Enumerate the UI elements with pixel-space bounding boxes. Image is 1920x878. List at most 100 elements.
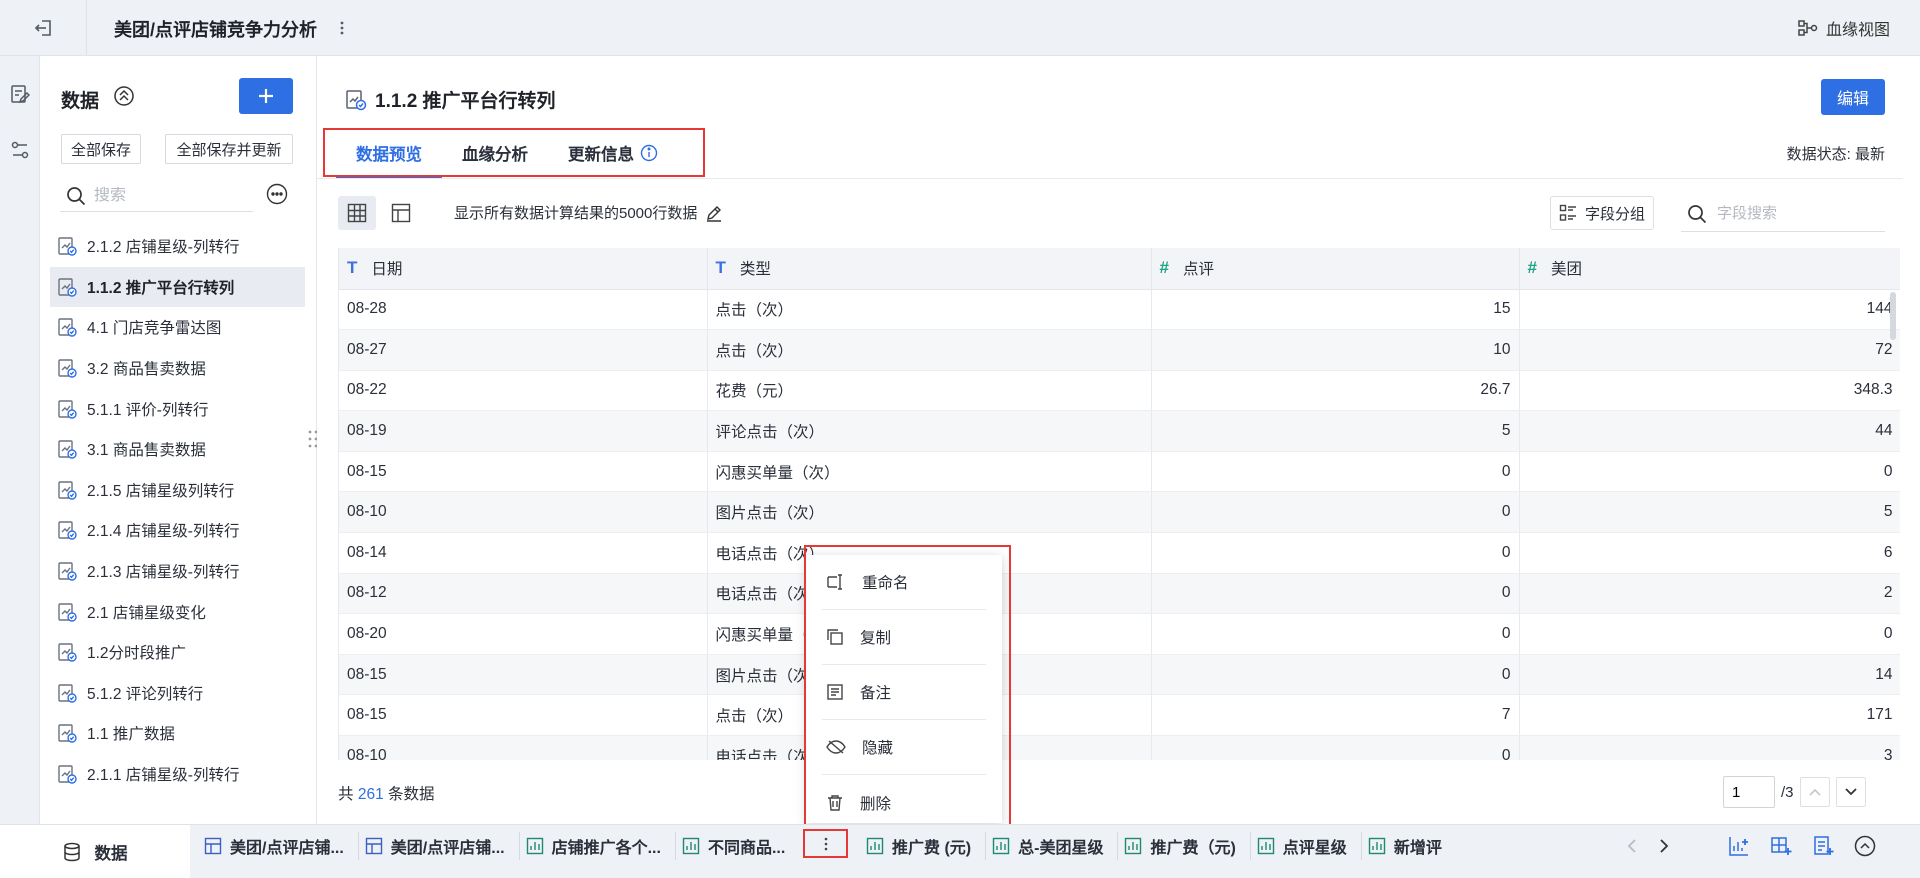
chevron-left-icon[interactable] <box>1626 838 1638 854</box>
table-row[interactable]: 08-28 点击（次） 15 144 <box>339 289 1900 331</box>
bottom-tab[interactable]: 美团/点评店铺... <box>359 832 520 860</box>
edit-button[interactable]: 编辑 <box>1821 79 1885 115</box>
column-name: 美团 <box>1550 261 1582 279</box>
table-row[interactable]: 08-10 电话点击（次 0 3 <box>339 735 1900 760</box>
field-search-input[interactable] <box>1717 205 1867 222</box>
bottom-tab[interactable]: 推广费（元) <box>1118 832 1251 860</box>
sidebar-item-label: 2.1.4 店铺星级-列转行 <box>87 523 240 541</box>
data-edit-icon[interactable] <box>4 78 36 110</box>
bottom-tab[interactable]: 新增评 <box>1362 832 1456 860</box>
sidebar-item[interactable]: 2.1.4 店铺星级-列转行 <box>50 510 305 551</box>
sidebar-search-input[interactable] <box>94 186 244 205</box>
table-row[interactable]: 08-20 闪惠买单量（ 0 0 <box>339 613 1900 655</box>
table-row[interactable]: 08-14 电话点击（次） 0 6 <box>339 532 1900 574</box>
bottom-tab[interactable]: 推广费 (元) <box>860 832 987 860</box>
sidebar-item[interactable]: 1.2分时段推广 <box>50 632 305 673</box>
column-header[interactable]: T 类型 <box>707 248 1152 290</box>
row-limit-text: 显示所有数据计算结果的5000行数据 <box>454 205 698 222</box>
layout-view-button[interactable] <box>382 196 420 230</box>
bottom-tab[interactable]: 店铺推广各个... <box>520 832 676 860</box>
sidebar-item[interactable]: 5.1.2 评论列转行 <box>50 673 305 714</box>
sidebar-item[interactable]: 5.1.1 评价-列转行 <box>50 388 305 429</box>
table-row[interactable]: 08-27 点击（次） 10 72 <box>339 329 1900 371</box>
lineage-icon <box>1798 20 1818 36</box>
page-input[interactable] <box>1723 776 1775 808</box>
table-cell: 08-10 <box>339 735 708 760</box>
dataset-icon <box>58 237 77 256</box>
chevron-down-icon <box>1844 788 1857 796</box>
dataset-icon <box>58 724 77 744</box>
table-cell: 0 <box>1151 573 1520 615</box>
sidebar-item-label: 2.1.5 店铺星级列转行 <box>87 482 235 500</box>
sidebar-item[interactable]: 2.1.1 店铺星级-列转行 <box>50 754 305 795</box>
column-header[interactable]: T 日期 <box>339 248 708 290</box>
sidebar-item-label: 3.1 商品售卖数据 <box>87 442 206 460</box>
sidebar-item[interactable]: 2.1.5 店铺星级列转行 <box>50 470 305 511</box>
save-all-button[interactable]: 全部保存 <box>61 134 141 164</box>
sidebar-item[interactable]: 2.1 店铺星级变化 <box>50 591 305 632</box>
table-row[interactable]: 08-22 花费（元） 26.7 348.3 <box>339 370 1900 412</box>
total-prefix: 共 <box>338 786 354 803</box>
number-type-icon: # <box>1159 258 1169 278</box>
bottom-tab[interactable]: 总-美团星级 <box>986 832 1119 860</box>
table-cell: 44 <box>1519 410 1900 452</box>
title-more-icon[interactable] <box>332 14 352 42</box>
table-row[interactable]: 08-15 图片点击（次 0 14 <box>339 654 1900 696</box>
collapse-icon[interactable] <box>113 85 135 107</box>
context-menu-highlight-box <box>804 545 1011 828</box>
pagination: /3 <box>1723 776 1866 808</box>
sidebar-item[interactable]: 3.1 商品售卖数据 <box>50 429 305 470</box>
prev-page-button[interactable] <box>1799 777 1830 807</box>
chart-icon <box>1257 837 1275 855</box>
tab-more-button[interactable] <box>803 829 848 858</box>
transform-icon[interactable] <box>4 134 36 166</box>
dataset-icon <box>58 684 77 703</box>
back-icon[interactable] <box>26 14 62 42</box>
add-dashboard-icon[interactable] <box>1770 835 1792 857</box>
sidebar-item-label: 2.1.3 店铺星级-列转行 <box>87 564 240 582</box>
chevron-right-icon[interactable] <box>1658 838 1670 854</box>
column-header[interactable]: # 美团 <box>1519 248 1900 290</box>
bottom-tab[interactable]: 点评星级 <box>1251 832 1362 860</box>
field-group-button[interactable]: 字段分组 <box>1550 196 1654 230</box>
field-group-icon <box>1559 204 1576 221</box>
dashboard-icon <box>365 837 383 855</box>
more-options-icon[interactable] <box>266 183 290 207</box>
bottom-tab-data[interactable]: 数据 <box>0 825 190 878</box>
save-all-update-button[interactable]: 全部保存并更新 <box>165 134 293 164</box>
lineage-view-button[interactable]: 血缘视图 <box>1798 14 1890 42</box>
table-row[interactable]: 08-15 闪惠买单量（次） 0 0 <box>339 451 1900 493</box>
table-scrollbar[interactable] <box>1890 292 1896 340</box>
sidebar-item-label: 5.1.2 评论列转行 <box>87 685 204 703</box>
sidebar-item[interactable]: 3.2 商品售卖数据 <box>50 348 305 389</box>
add-data-button[interactable] <box>239 78 293 114</box>
table-row[interactable]: 08-10 图片点击（次） 0 5 <box>339 491 1900 534</box>
bottom-actions <box>1728 832 1876 860</box>
collapse-up-icon[interactable] <box>1854 835 1876 857</box>
add-component-icon[interactable] <box>1728 835 1750 857</box>
tabs-highlight-box <box>323 128 705 177</box>
bottom-tab[interactable]: 美团/点评店铺... <box>198 832 359 860</box>
table-cell: 08-15 <box>339 451 708 493</box>
sidebar-item[interactable]: 1.1.2 推广平台行转列 <box>50 266 305 308</box>
column-header[interactable]: # 点评 <box>1151 248 1520 290</box>
table-row[interactable]: 08-12 电话点击（次 0 2 <box>339 573 1900 615</box>
table-cell: 6 <box>1519 532 1900 574</box>
dataset-icon <box>58 318 77 338</box>
bottom-tab[interactable]: 不同商品... <box>676 832 799 860</box>
data-status: 数据状态: 最新 <box>1786 146 1885 163</box>
table-row[interactable]: 08-15 点击（次） 7 171 <box>339 694 1900 737</box>
next-page-button[interactable] <box>1835 777 1866 807</box>
grid-view-button[interactable] <box>338 196 376 230</box>
edit-pen-icon[interactable] <box>705 204 723 222</box>
table-cell: 08-22 <box>339 370 708 412</box>
sidebar-item[interactable]: 2.1.2 店铺星级-列转行 <box>50 226 305 267</box>
sidebar-item[interactable]: 1.1 推广数据 <box>50 713 305 754</box>
sidebar-item[interactable]: 4.1 门店竞争雷达图 <box>50 307 305 348</box>
add-report-icon[interactable] <box>1812 835 1834 857</box>
bottom-tabs-left: 美团/点评店铺... 美团/点评店铺... 店铺推广各个... 不同商品... <box>198 832 799 860</box>
table-cell: 0 <box>1151 735 1520 760</box>
table-row[interactable]: 08-19 评论点击（次） 5 44 <box>339 410 1900 452</box>
sidebar-item[interactable]: 2.1.3 店铺星级-列转行 <box>50 551 305 592</box>
sidebar-title: 数据 <box>61 91 100 112</box>
